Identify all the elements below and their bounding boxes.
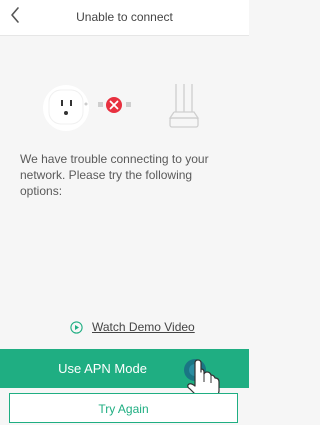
watch-demo-label: Watch Demo Video [92,320,195,334]
try-again-button[interactable]: Try Again [9,393,238,423]
trouble-message: We have trouble connecting to your netwo… [20,152,209,198]
header-bar: Unable to connect [0,0,249,36]
page-title: Unable to connect [76,10,173,24]
smart-plug-icon [43,85,89,131]
connection-illustration [43,84,200,131]
play-circle-icon [70,320,83,334]
watch-demo-link[interactable]: Watch Demo Video [70,319,195,335]
apn-button-label: Use APN Mode [58,361,147,376]
router-icon [168,84,200,128]
try-again-label: Try Again [98,402,149,416]
error-x-icon [106,97,122,113]
unable-to-connect-screen: Unable to connect We have trouble connec… [0,0,249,425]
link-dot-left [98,102,103,107]
link-dot-right [126,102,131,107]
